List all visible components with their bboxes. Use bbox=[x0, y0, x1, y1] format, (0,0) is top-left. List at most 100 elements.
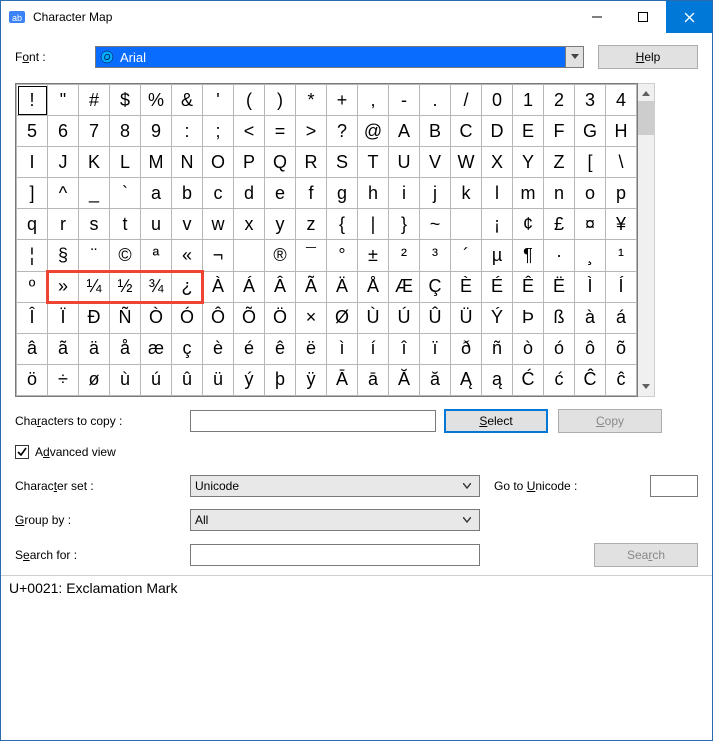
char-cell[interactable]: Ã bbox=[296, 271, 327, 302]
char-cell[interactable]: { bbox=[327, 209, 358, 240]
char-cell[interactable]: ą bbox=[482, 364, 513, 395]
char-cell[interactable]: - bbox=[389, 85, 420, 116]
close-button[interactable] bbox=[666, 1, 712, 33]
char-cell[interactable]: e bbox=[265, 178, 296, 209]
char-cell[interactable]: = bbox=[265, 116, 296, 147]
char-cell[interactable]: F bbox=[544, 116, 575, 147]
char-cell[interactable]: í bbox=[358, 333, 389, 364]
char-cell[interactable]: r bbox=[48, 209, 79, 240]
char-cell[interactable]: Ñ bbox=[110, 302, 141, 333]
char-cell[interactable]: 4 bbox=[606, 85, 637, 116]
char-cell[interactable]: : bbox=[172, 116, 203, 147]
char-cell[interactable]: Ù bbox=[358, 302, 389, 333]
char-cell[interactable]: ć bbox=[544, 364, 575, 395]
char-cell[interactable]: , bbox=[358, 85, 389, 116]
char-cell[interactable]: K bbox=[79, 147, 110, 178]
char-cell[interactable]: å bbox=[110, 333, 141, 364]
char-cell[interactable]: p bbox=[606, 178, 637, 209]
char-cell[interactable]: ð bbox=[451, 333, 482, 364]
scroll-thumb[interactable] bbox=[638, 101, 654, 135]
char-cell[interactable]: ' bbox=[203, 85, 234, 116]
char-cell[interactable]: ü bbox=[203, 364, 234, 395]
char-cell[interactable]: B bbox=[420, 116, 451, 147]
copy-button[interactable]: Copy bbox=[558, 409, 662, 433]
char-cell[interactable]: ç bbox=[172, 333, 203, 364]
char-cell[interactable]: Ä bbox=[327, 271, 358, 302]
char-cell[interactable]: $ bbox=[110, 85, 141, 116]
char-cell[interactable]: ¾ bbox=[141, 271, 172, 302]
char-cell[interactable]: À bbox=[203, 271, 234, 302]
char-cell[interactable]: à bbox=[575, 302, 606, 333]
char-cell[interactable]: b bbox=[172, 178, 203, 209]
char-cell[interactable]: D bbox=[482, 116, 513, 147]
char-cell[interactable]: * bbox=[296, 85, 327, 116]
scroll-up-icon[interactable] bbox=[638, 84, 654, 101]
char-cell[interactable]: ë bbox=[296, 333, 327, 364]
char-cell[interactable]: ¨ bbox=[79, 240, 110, 271]
char-cell[interactable]: ¥ bbox=[606, 209, 637, 240]
char-cell[interactable]: i bbox=[389, 178, 420, 209]
char-cell[interactable]: Þ bbox=[513, 302, 544, 333]
char-cell[interactable]: ê bbox=[265, 333, 296, 364]
char-cell[interactable]: I bbox=[17, 147, 48, 178]
char-cell[interactable]: ÷ bbox=[48, 364, 79, 395]
char-cell[interactable]: é bbox=[234, 333, 265, 364]
char-cell[interactable]: Ï bbox=[48, 302, 79, 333]
char-cell[interactable]: Á bbox=[234, 271, 265, 302]
advanced-view-checkbox[interactable] bbox=[15, 445, 29, 459]
char-cell[interactable]: º bbox=[17, 271, 48, 302]
char-cell[interactable]: è bbox=[203, 333, 234, 364]
char-cell[interactable]: Ā bbox=[327, 364, 358, 395]
char-cell[interactable]: ® bbox=[265, 240, 296, 271]
char-cell[interactable]: « bbox=[172, 240, 203, 271]
char-cell[interactable]: @ bbox=[358, 116, 389, 147]
char-cell[interactable]: y bbox=[265, 209, 296, 240]
char-cell[interactable]: 7 bbox=[79, 116, 110, 147]
char-cell[interactable]: | bbox=[358, 209, 389, 240]
char-cell[interactable]: × bbox=[296, 302, 327, 333]
char-cell[interactable]: T bbox=[358, 147, 389, 178]
char-cell[interactable]: ò bbox=[513, 333, 544, 364]
char-cell[interactable]: C bbox=[451, 116, 482, 147]
char-cell[interactable]: â bbox=[17, 333, 48, 364]
char-cell[interactable]: Ć bbox=[513, 364, 544, 395]
char-cell[interactable]: M bbox=[141, 147, 172, 178]
char-cell[interactable]: v bbox=[172, 209, 203, 240]
char-cell[interactable]: t bbox=[110, 209, 141, 240]
char-cell[interactable]: ö bbox=[17, 364, 48, 395]
char-cell[interactable]: ý bbox=[234, 364, 265, 395]
char-cell[interactable]: \ bbox=[606, 147, 637, 178]
char-cell[interactable]: m bbox=[513, 178, 544, 209]
char-cell[interactable]: R bbox=[296, 147, 327, 178]
char-cell[interactable]: 0 bbox=[482, 85, 513, 116]
char-cell[interactable]: Ą bbox=[451, 364, 482, 395]
char-cell[interactable]: Ø bbox=[327, 302, 358, 333]
char-cell[interactable]: ! bbox=[17, 85, 48, 116]
char-cell[interactable]: ¤ bbox=[575, 209, 606, 240]
char-cell[interactable]: w bbox=[203, 209, 234, 240]
char-cell[interactable]: Ý bbox=[482, 302, 513, 333]
char-cell[interactable]: / bbox=[451, 85, 482, 116]
char-cell[interactable]: ¯ bbox=[296, 240, 327, 271]
char-cell[interactable]: Q bbox=[265, 147, 296, 178]
char-cell[interactable]: L bbox=[110, 147, 141, 178]
search-input[interactable] bbox=[190, 544, 480, 566]
grid-scrollbar[interactable] bbox=[638, 83, 655, 397]
char-cell[interactable]: ù bbox=[110, 364, 141, 395]
char-cell[interactable]: õ bbox=[606, 333, 637, 364]
char-cell[interactable]: ¶ bbox=[513, 240, 544, 271]
char-cell[interactable]: > bbox=[296, 116, 327, 147]
char-cell[interactable]: d bbox=[234, 178, 265, 209]
char-cell[interactable]: Õ bbox=[234, 302, 265, 333]
char-cell[interactable]: á bbox=[606, 302, 637, 333]
char-cell[interactable]: æ bbox=[141, 333, 172, 364]
char-cell[interactable]: a bbox=[141, 178, 172, 209]
char-cell[interactable]: n bbox=[544, 178, 575, 209]
char-cell[interactable]: Ô bbox=[203, 302, 234, 333]
char-cell[interactable]: } bbox=[389, 209, 420, 240]
char-cell[interactable]: Î bbox=[17, 302, 48, 333]
char-cell[interactable]: ¡ bbox=[482, 209, 513, 240]
char-cell[interactable]: ¼ bbox=[79, 271, 110, 302]
char-cell[interactable]: Ë bbox=[544, 271, 575, 302]
char-cell[interactable]: ā bbox=[358, 364, 389, 395]
